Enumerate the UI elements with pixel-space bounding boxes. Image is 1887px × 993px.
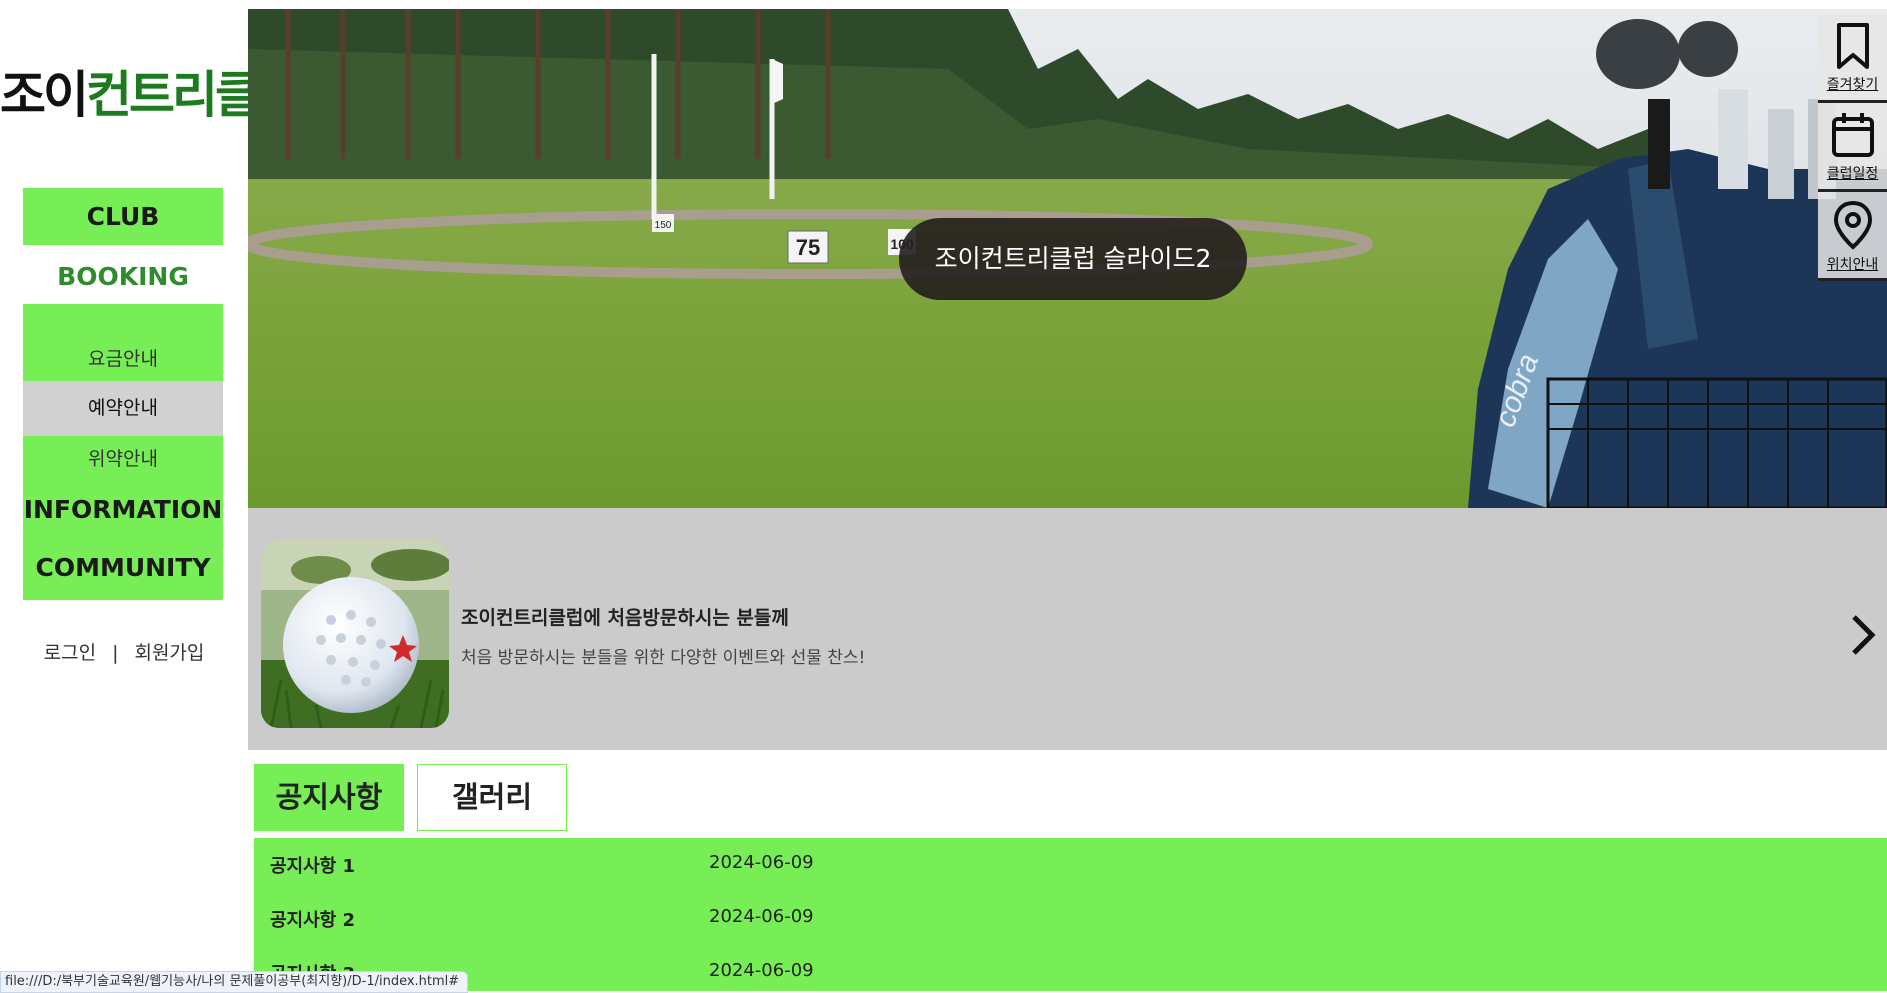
quick-location-label: 위치안내 [1826, 257, 1879, 273]
tab-gallery[interactable]: 갤러리 [417, 764, 567, 831]
slide-caption: 조이컨트리클럽 슬라이드2 [899, 218, 1247, 300]
notice-list: 공지사항 1 2024-06-09 공지사항 2 2024-06-09 공지사항… [254, 838, 1887, 991]
quick-schedule-button[interactable]: 클럽일정 [1818, 103, 1887, 192]
notice-title[interactable]: 공지사항 1 [270, 852, 355, 878]
login-link[interactable]: 로그인 [44, 638, 96, 665]
tab-notice[interactable]: 공지사항 [254, 764, 404, 831]
promo-description: 처음 방문하시는 분들을 위한 다양한 이벤트와 선물 찬스! [461, 648, 866, 668]
promo-banner: 조이컨트리클럽에 처음방문하시는 분들께 처음 방문하시는 분들을 위한 다양한… [248, 508, 1887, 750]
nav-community[interactable]: COMMUNITY [23, 542, 223, 594]
quick-bookmark-label: 즐겨찾기 [1826, 77, 1879, 93]
notice-row[interactable]: 공지사항 3 2024-06-09 [254, 946, 1887, 991]
auth-separator: | [112, 642, 119, 664]
signup-link[interactable]: 회원가입 [134, 638, 204, 665]
notice-date: 2024-06-09 [709, 852, 814, 873]
notice-date: 2024-06-09 [709, 960, 814, 981]
nav-information[interactable]: INFORMATION [23, 484, 223, 536]
hero-slider[interactable]: 75 150 100 cobra 조이컨트리클럽 슬라이드2 [248, 9, 1887, 508]
logo-text-part2: 컨트리클럽 [86, 66, 248, 124]
nav-booking[interactable]: BOOKING [23, 250, 223, 303]
quick-schedule-label: 클럽일정 [1826, 166, 1879, 182]
subnav-fee[interactable]: 요금안내 [23, 339, 223, 379]
notice-title[interactable]: 공지사항 2 [270, 906, 355, 932]
promo-thumbnail[interactable] [261, 540, 449, 728]
logo-text-part1: 조이 [0, 66, 89, 124]
quick-location-button[interactable]: 위치안내 [1818, 192, 1887, 281]
bookmark-icon [1836, 23, 1869, 69]
calendar-icon [1831, 113, 1874, 157]
sign-150-text: 150 [655, 220, 672, 231]
nav-club[interactable]: CLUB [23, 188, 223, 245]
chevron-right-icon[interactable] [1848, 613, 1878, 657]
subnav-cancellation[interactable]: 위약안내 [23, 439, 223, 479]
quick-bookmark-button[interactable]: 즐겨찾기 [1818, 14, 1887, 103]
notice-row[interactable]: 공지사항 1 2024-06-09 [254, 838, 1887, 892]
promo-title[interactable]: 조이컨트리클럽에 처음방문하시는 분들께 [461, 603, 789, 630]
site-logo[interactable]: 조이컨트리클럽 [0, 65, 248, 125]
notice-row[interactable]: 공지사항 2 2024-06-09 [254, 892, 1887, 946]
location-pin-icon [1833, 200, 1872, 250]
subnav-reservation[interactable]: 예약안내 [23, 381, 223, 436]
nav-submenu: 요금안내 예약안내 위약안내 INFORMATION COMMUNITY [23, 304, 223, 600]
golf-ball-image [261, 540, 449, 728]
notice-date: 2024-06-09 [709, 906, 814, 927]
sidebar: 조이컨트리클럽 CLUB BOOKING 요금안내 예약안내 위약안내 INFO… [0, 0, 248, 991]
auth-links: 로그인 | 회원가입 [0, 638, 248, 665]
sign-75-text: 75 [796, 235, 820, 260]
browser-status-bar: file:///D:/북부기술교육원/웹기능사/나의 문제풀이공부(최지향)/D… [0, 971, 469, 993]
